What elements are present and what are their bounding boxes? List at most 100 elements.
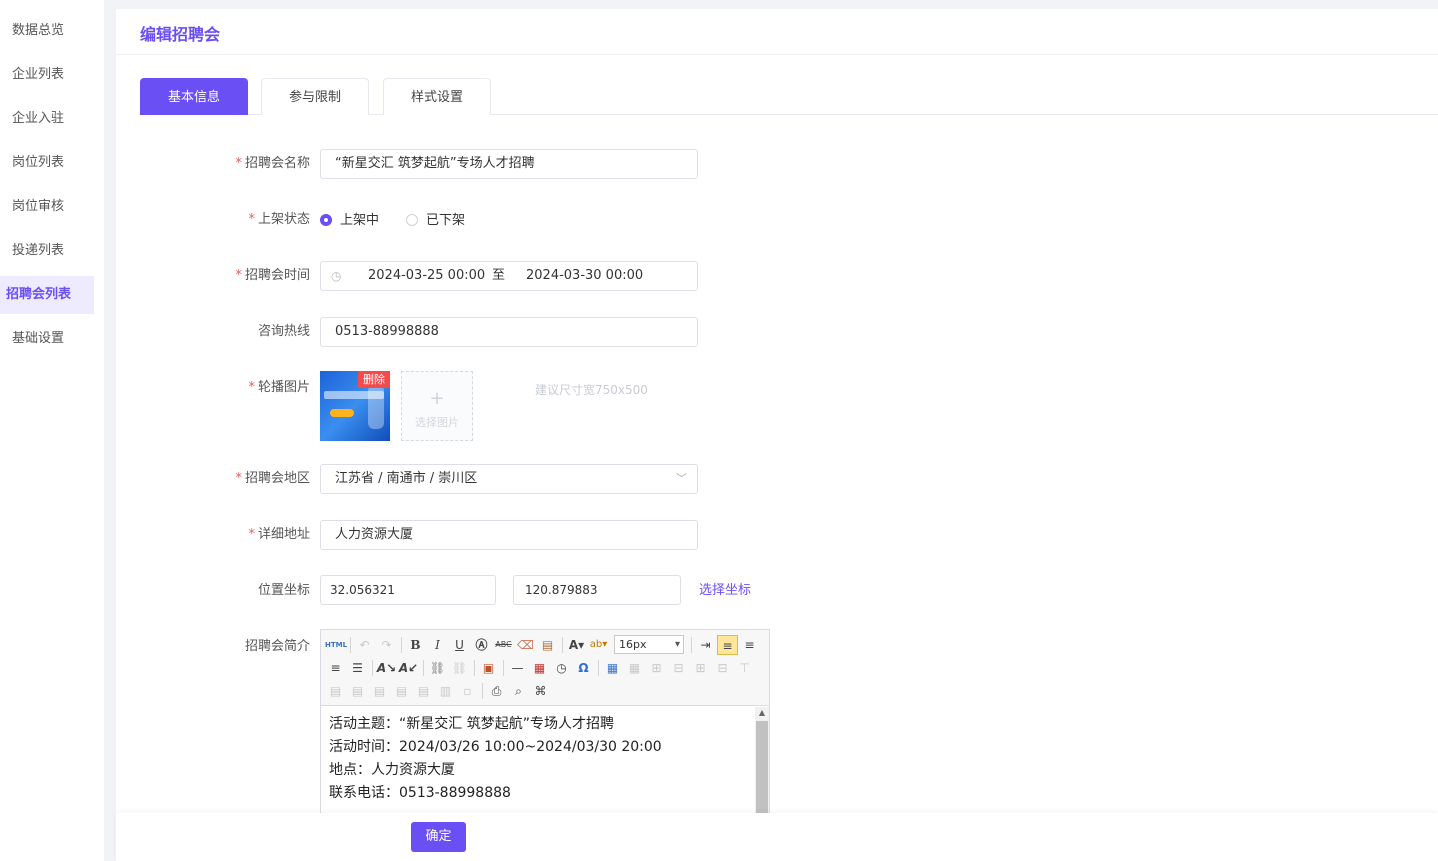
delete-image-button[interactable]: 删除 xyxy=(358,371,390,388)
font-border-icon[interactable]: Ⓐ xyxy=(471,635,492,655)
horizontal-rule-icon[interactable]: — xyxy=(507,658,528,678)
editor-content[interactable]: 活动主题：“新星交汇 筑梦起航”专场人才招聘 活动时间：2024/03/26 1… xyxy=(321,706,769,812)
sidebar-item-job-list[interactable]: 岗位列表 xyxy=(0,144,104,182)
table-props-icon[interactable]: ▥ xyxy=(435,681,456,701)
underline-icon[interactable]: U xyxy=(449,635,470,655)
intro-label: 招聘会简介 xyxy=(190,632,310,662)
merge-right-icon[interactable]: ▤ xyxy=(325,681,346,701)
status-radio-off[interactable]: 已下架 xyxy=(406,206,465,236)
hotline-input[interactable]: 0513-88998888 xyxy=(320,317,698,347)
delete-col-icon[interactable]: ⊟ xyxy=(712,658,733,678)
tab-bar: 基本信息 参与限制 样式设置 xyxy=(140,78,1438,115)
title-divider xyxy=(116,54,1438,55)
plus-icon: + xyxy=(429,388,445,409)
rich-text-editor[interactable]: HTML ↶ ↷ B I U Ⓐ ABC ⌫ ▤ A▾ ab▾ 16px ⇥ ≡… xyxy=(320,629,770,829)
insert-row-icon[interactable]: ⊞ xyxy=(646,658,667,678)
font-size-select[interactable]: 16px xyxy=(614,635,684,654)
sidebar-item-jobfair-list[interactable]: 招聘会列表 xyxy=(0,276,94,314)
text-direction-ltr-icon[interactable]: A↘ xyxy=(376,658,397,678)
required-mark: * xyxy=(235,268,242,283)
special-char-icon[interactable]: Ω xyxy=(573,658,594,678)
redo-icon[interactable]: ↷ xyxy=(376,635,397,655)
italic-icon[interactable]: I xyxy=(427,635,448,655)
tab-basic-info[interactable]: 基本信息 xyxy=(140,78,248,115)
editor-toolbar: HTML ↶ ↷ B I U Ⓐ ABC ⌫ ▤ A▾ ab▾ 16px ⇥ ≡… xyxy=(321,630,769,706)
print-icon[interactable]: ⎙ xyxy=(486,681,507,701)
pick-coords-link[interactable]: 选择坐标 xyxy=(699,576,751,606)
editor-line: 地点：人力资源大厦 xyxy=(329,762,455,778)
insert-table-icon[interactable]: ▦ xyxy=(602,658,623,678)
undo-icon[interactable]: ↶ xyxy=(354,635,375,655)
split-rows-icon[interactable]: ▤ xyxy=(391,681,412,701)
tab-participation-limit[interactable]: 参与限制 xyxy=(261,78,369,115)
address-label: * 详细地址 xyxy=(190,520,310,550)
bold-icon[interactable]: B xyxy=(405,635,426,655)
date-icon[interactable]: ▦ xyxy=(529,658,550,678)
address-input[interactable]: 人力资源大厦 xyxy=(320,520,698,550)
sidebar-item-basic-settings[interactable]: 基础设置 xyxy=(0,320,104,358)
sidebar-item-delivery-list[interactable]: 投递列表 xyxy=(0,232,104,270)
status-radio-on[interactable]: 上架中 xyxy=(320,206,379,236)
radio-unchecked-icon xyxy=(406,214,418,226)
time-icon[interactable]: ◷ xyxy=(551,658,572,678)
insert-col-icon[interactable]: ⊞ xyxy=(690,658,711,678)
format-painter-icon[interactable]: ▤ xyxy=(537,635,558,655)
radio-label: 已下架 xyxy=(426,213,466,228)
scroll-up-icon[interactable]: ▲ xyxy=(755,707,769,719)
region-cascader[interactable]: 江苏省 / 南通市 / 崇川区 ﹀ xyxy=(320,464,698,494)
latitude-input[interactable]: 32.056321 xyxy=(320,575,496,605)
merge-down-icon[interactable]: ▤ xyxy=(347,681,368,701)
page-title: 编辑招聘会 xyxy=(140,25,221,44)
editor-line: 联系电话：0513-88998888 xyxy=(329,785,511,801)
editor-scrollbar[interactable]: ▲ xyxy=(755,707,769,828)
longitude-input[interactable]: 120.879883 xyxy=(513,575,681,605)
tab-style-settings[interactable]: 样式设置 xyxy=(383,78,491,115)
text-direction-rtl-icon[interactable]: A↙ xyxy=(398,658,419,678)
link-icon[interactable]: ⛓ xyxy=(427,658,448,678)
align-left-icon[interactable]: ≡ xyxy=(717,634,738,655)
split-cells-icon[interactable]: ▤ xyxy=(369,681,390,701)
sidebar-item-company-settle[interactable]: 企业入驻 xyxy=(0,100,104,138)
toolbar-separator xyxy=(350,636,351,653)
preview-icon[interactable]: ⌕ xyxy=(508,681,529,701)
scrollbar-thumb[interactable] xyxy=(756,721,768,821)
align-justify-icon[interactable]: ☰ xyxy=(347,658,368,678)
sidebar-item-job-review[interactable]: 岗位审核 xyxy=(0,188,104,226)
align-center-icon[interactable]: ≡ xyxy=(739,635,760,655)
required-mark: * xyxy=(248,527,255,542)
delete-table-icon[interactable]: ▦ xyxy=(624,658,645,678)
date-range-picker[interactable]: ◷ 2024-03-25 00:00 至 2024-03-30 00:00 xyxy=(320,261,698,291)
name-label: * 招聘会名称 xyxy=(190,149,310,179)
confirm-button[interactable]: 确定 xyxy=(411,822,466,852)
toolbar-row-1: HTML ↶ ↷ B I U Ⓐ ABC ⌫ ▤ A▾ ab▾ 16px ⇥ ≡… xyxy=(325,633,765,656)
merge-cells-icon[interactable]: ⊤ xyxy=(734,658,755,678)
editor-line: 活动时间：2024/03/26 10:00~2024/03/30 20:00 xyxy=(329,739,662,755)
split-cols-icon[interactable]: ▤ xyxy=(413,681,434,701)
jobfair-name-input[interactable]: “新星交汇 筑梦起航”专场人才招聘 xyxy=(320,149,698,179)
carousel-image-thumb[interactable]: 删除 xyxy=(320,371,390,441)
image-icon[interactable]: ▣ xyxy=(478,658,499,678)
carousel-label: * 轮播图片 xyxy=(190,373,310,403)
unlink-icon[interactable]: ⛓ xyxy=(449,658,470,678)
sidebar-item-company-list[interactable]: 企业列表 xyxy=(0,56,104,94)
hotline-label: 咨询热线 xyxy=(190,317,310,347)
eraser-icon[interactable]: ⌫ xyxy=(515,635,536,655)
carousel-size-hint: 建议尺寸宽750x500 xyxy=(535,383,648,397)
radio-checked-icon xyxy=(320,214,332,226)
radio-label: 上架中 xyxy=(340,213,380,228)
search-replace-icon[interactable]: ⌘ xyxy=(530,681,551,701)
status-label: * 上架状态 xyxy=(190,205,310,235)
toolbar-separator xyxy=(372,659,373,676)
sidebar-item-data-overview[interactable]: 数据总览 xyxy=(0,12,104,50)
html-source-icon[interactable]: HTML xyxy=(325,635,347,655)
indent-icon[interactable]: ⇥ xyxy=(695,635,716,655)
highlight-color-icon[interactable]: ab▾ xyxy=(588,635,609,655)
paste-icon[interactable]: ▫ xyxy=(457,681,478,701)
upload-image-button[interactable]: + 选择图片 xyxy=(401,371,473,441)
delete-row-icon[interactable]: ⊟ xyxy=(668,658,689,678)
font-color-icon[interactable]: A▾ xyxy=(566,635,587,655)
align-right-icon[interactable]: ≡ xyxy=(325,658,346,678)
thumb-banner-button xyxy=(330,409,354,417)
clock-icon: ◷ xyxy=(331,269,342,283)
strikethrough-icon[interactable]: ABC xyxy=(493,635,514,655)
